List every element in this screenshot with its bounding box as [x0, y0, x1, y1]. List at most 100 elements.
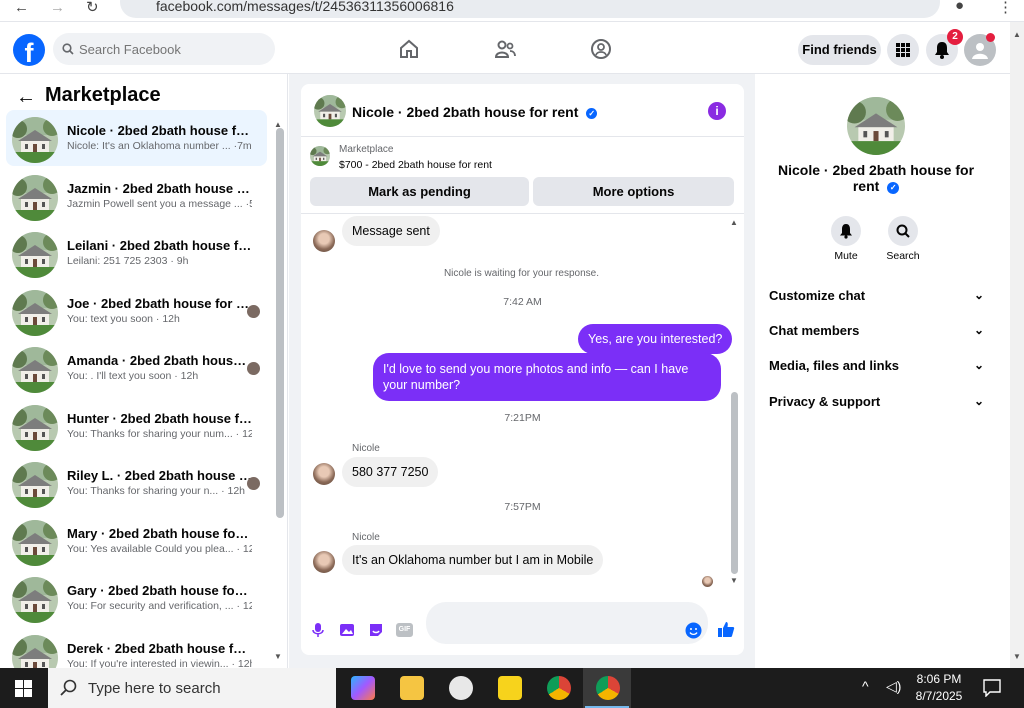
- clock-date[interactable]: 8/7/2025: [908, 689, 970, 703]
- conversation-item[interactable]: Joe · 2bed 2bath house for rent You: text…: [6, 283, 267, 339]
- user-icon: [972, 43, 988, 59]
- taskbar-search-text[interactable]: Type here to search: [88, 680, 221, 697]
- copilot-app-icon[interactable]: [351, 676, 375, 700]
- listing-title[interactable]: $700 - 2bed 2bath house for rent: [339, 159, 492, 171]
- chat-header-title[interactable]: Nicole · 2bed 2bath house for rent ✓: [352, 104, 598, 120]
- conversation-item[interactable]: Mary · 2bed 2bath house for rent You: Yes…: [6, 513, 267, 569]
- conversation-list-scrollbar[interactable]: [276, 128, 284, 518]
- thumbs-up-icon[interactable]: [717, 620, 735, 638]
- search-input[interactable]: [79, 33, 269, 65]
- customize-chat-row[interactable]: Customize chat ⌄: [769, 288, 984, 308]
- gif-icon[interactable]: GIF: [396, 623, 413, 637]
- forward-icon[interactable]: →: [50, 0, 65, 16]
- details-title: Nicole · 2bed 2bath house for rent ✓: [776, 162, 976, 194]
- menu-icon[interactable]: ⋮: [998, 0, 1013, 16]
- house-photo-icon: [314, 95, 346, 127]
- scroll-down-icon[interactable]: ▼: [274, 652, 282, 661]
- notification-center-icon[interactable]: [983, 679, 1001, 697]
- listing-thumbnail[interactable]: [310, 146, 330, 166]
- taskbar-search[interactable]: Type here to search: [48, 668, 336, 708]
- privacy-support-row[interactable]: Privacy & support ⌄: [769, 394, 984, 414]
- nicole-avatar[interactable]: [313, 230, 335, 252]
- outgoing-message-1: Yes, are you interested?: [578, 324, 733, 354]
- clock-time[interactable]: 8:06 PM: [916, 672, 962, 686]
- conversation-item[interactable]: Amanda · 2bed 2bath house f... You: . I'l…: [6, 340, 267, 396]
- row-label: Privacy & support: [769, 394, 881, 409]
- home-icon[interactable]: [398, 38, 420, 60]
- seen-avatar: [247, 477, 260, 490]
- profile-avatar-icon[interactable]: ●: [955, 0, 964, 14]
- address-bar[interactable]: facebook.com/messages/t/2453631135600681…: [120, 0, 940, 18]
- chat-members-row[interactable]: Chat members ⌄: [769, 323, 984, 343]
- find-friends-button[interactable]: Find friends: [798, 35, 881, 65]
- scroll-up-icon[interactable]: ▲: [274, 120, 282, 129]
- more-options-button[interactable]: More options: [533, 177, 734, 206]
- search-button[interactable]: [888, 216, 918, 246]
- seen-avatar: [247, 362, 260, 375]
- url-text[interactable]: facebook.com/messages/t/2453631135600681…: [156, 0, 454, 14]
- sender-name: Nicole: [352, 443, 380, 454]
- chat-scroll-up-icon[interactable]: ▲: [730, 218, 738, 227]
- conversation-item[interactable]: Gary · 2bed 2bath house for rent You: For…: [6, 570, 267, 626]
- page-scrollbar[interactable]: ▲ ▼: [1010, 22, 1024, 668]
- chat-header-avatar[interactable]: [314, 95, 346, 127]
- chat-scrollbar[interactable]: [731, 392, 738, 574]
- volume-icon[interactable]: ◁): [886, 678, 901, 695]
- info-icon[interactable]: i: [708, 102, 726, 120]
- microphone-icon[interactable]: [311, 622, 325, 638]
- chevron-up-icon[interactable]: ^: [862, 678, 869, 694]
- timestamp-721pm: 7:21PM: [504, 412, 541, 424]
- conversation-title: Derek · 2bed 2bath house for re...: [67, 640, 252, 656]
- mark-pending-button[interactable]: Mark as pending: [310, 177, 529, 206]
- sticker-icon[interactable]: [368, 622, 384, 638]
- snipping-tool-icon[interactable]: [449, 676, 473, 700]
- conversation-snippet: You: If you're interested in viewin... ·…: [67, 657, 252, 669]
- emoji-icon[interactable]: [685, 622, 702, 639]
- back-icon[interactable]: ←: [14, 0, 29, 16]
- conversation-item[interactable]: Derek · 2bed 2bath house for re...You: I…: [6, 628, 267, 669]
- reload-icon[interactable]: ↻: [86, 0, 99, 16]
- friends-icon[interactable]: [494, 38, 516, 60]
- chat-title-text[interactable]: Nicole · 2bed 2bath house for rent: [352, 104, 578, 120]
- message-input[interactable]: [426, 602, 708, 644]
- page-scroll-down-icon[interactable]: ▼: [1013, 652, 1021, 661]
- message-sent-bubble: Message sent: [342, 216, 440, 246]
- conversation-item[interactable]: Riley L. · 2bed 2bath house fo... You: Th…: [6, 455, 267, 511]
- row-label: Media, files and links: [769, 358, 900, 373]
- conversation-item[interactable]: Leilani · 2bed 2bath house for r... Leila…: [6, 225, 267, 281]
- conversation-item[interactable]: Nicole · 2bed 2bath house for r... Nicole…: [6, 110, 267, 166]
- search-box[interactable]: [53, 33, 275, 65]
- chat-scroll-down-icon[interactable]: ▼: [730, 576, 738, 585]
- conversation-item[interactable]: Jazmin · 2bed 2bath house for r...Jazmin…: [6, 168, 267, 224]
- page-scroll-up-icon[interactable]: ▲: [1013, 30, 1021, 39]
- conversation-snippet: You: Thanks for sharing your n... · 12h: [67, 485, 246, 497]
- bell-icon: [935, 42, 949, 59]
- conversation-snippet: Nicole: It's an Oklahoma number ... ·7m: [67, 140, 252, 152]
- nicole-avatar[interactable]: [313, 463, 335, 485]
- house-photo-icon: [12, 462, 58, 508]
- conversation-item[interactable]: Hunter · 2bed 2bath house for r... You: T…: [6, 398, 267, 454]
- photo-icon[interactable]: [339, 622, 355, 638]
- facebook-logo-icon[interactable]: f: [13, 34, 45, 66]
- groups-icon[interactable]: [590, 38, 612, 60]
- conversation-thumbnail: [12, 519, 58, 566]
- chevron-down-icon: ⌄: [973, 288, 984, 302]
- windows-start-icon[interactable]: [15, 680, 32, 697]
- media-files-links-row[interactable]: Media, files and links ⌄: [769, 358, 984, 378]
- mute-button[interactable]: [831, 216, 861, 246]
- nicole-avatar[interactable]: [313, 551, 335, 573]
- sticky-notes-icon[interactable]: [498, 676, 522, 700]
- chrome-app-icon[interactable]: [547, 676, 571, 700]
- chrome-active-icon[interactable]: [596, 676, 620, 700]
- incoming-message-1: 580 377 7250: [342, 457, 439, 487]
- back-arrow-icon[interactable]: ←: [16, 86, 36, 109]
- conversation-title: Amanda · 2bed 2bath house f...: [67, 353, 252, 368]
- details-avatar[interactable]: [847, 97, 905, 155]
- menu-grid-button[interactable]: [887, 34, 919, 66]
- verified-icon: ✓: [887, 182, 900, 194]
- file-explorer-icon[interactable]: [400, 676, 424, 700]
- windows-taskbar: Type here to search ^ ◁) 8:06 PM 8/7/202…: [0, 668, 1024, 708]
- timestamp-757pm: 7:57PM: [504, 501, 541, 513]
- conversation-snippet: You: Yes available Could you plea... · 1…: [67, 542, 252, 555]
- grid-icon: [896, 43, 910, 57]
